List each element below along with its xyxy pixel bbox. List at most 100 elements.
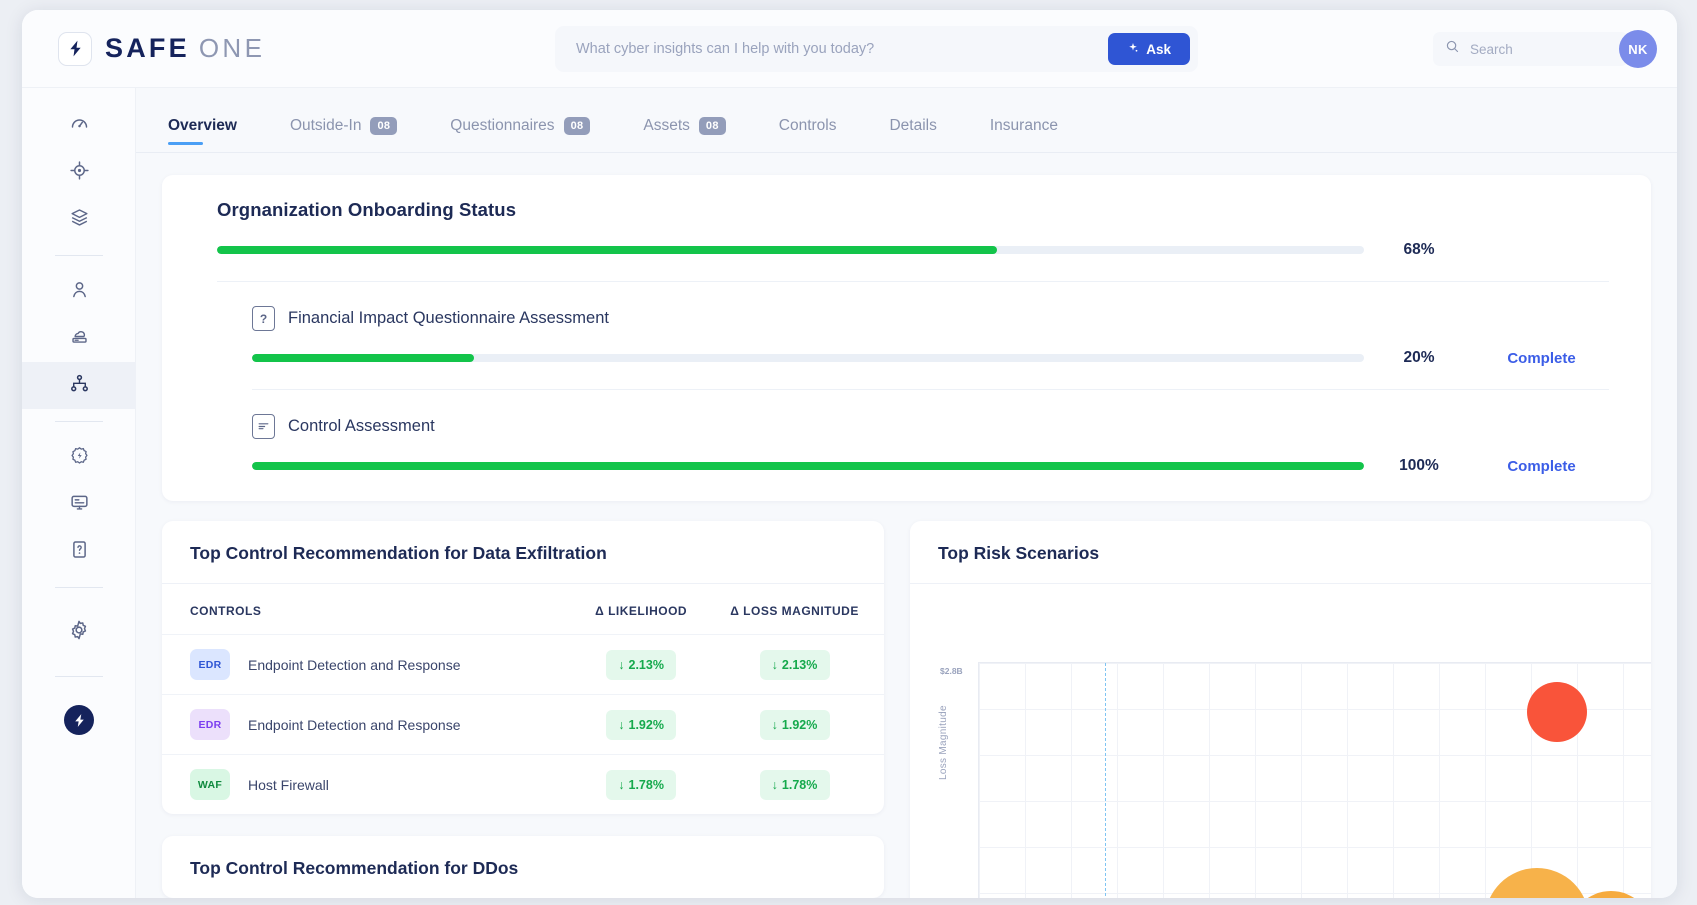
search-box[interactable] — [1433, 32, 1647, 66]
tab-badge: 08 — [698, 117, 726, 135]
tab-overview[interactable]: Overview — [168, 117, 263, 152]
progress-track — [252, 354, 1364, 362]
sidebar-item-settings[interactable] — [22, 600, 136, 664]
main-content: Overview Outside-In 08 Questionnaires 08… — [136, 88, 1677, 898]
progress-fill — [217, 246, 997, 254]
network-icon — [69, 373, 90, 399]
control-badge: WAF — [190, 769, 230, 800]
sidebar-divider — [54, 676, 103, 677]
risk-card-title: Top Risk Scenarios — [910, 521, 1651, 584]
arrow-down-icon: ↓ — [771, 717, 778, 732]
sidebar-item-reports[interactable] — [22, 481, 136, 528]
right-column: Top Risk Scenarios $2.8B Loss Magnitude — [910, 521, 1651, 898]
progress-track — [217, 246, 1364, 254]
onboarding-overall-percent: 68% — [1403, 241, 1435, 258]
control-cell: WAF Host Firewall — [162, 754, 578, 814]
onboarding-item-title: Control Assessment — [288, 417, 435, 435]
chart-bubble[interactable] — [1526, 682, 1587, 743]
sidebar-item-cloud-assets[interactable] — [22, 315, 136, 362]
gear-bolt-icon — [69, 445, 90, 471]
sidebar-item-risk-target[interactable] — [22, 149, 136, 196]
dashboard-grid: Top Control Recommendation for Data Exfi… — [162, 521, 1651, 898]
onboarding-item-header: Control Assessment — [252, 414, 1609, 439]
table-row[interactable]: WAF Host Firewall ↓ 1.78% ↓ 1.78% — [162, 754, 884, 814]
chart-bubble[interactable] — [1484, 867, 1589, 898]
question-doc-icon: ? — [252, 306, 275, 331]
likelihood-cell: ↓ 1.78% — [577, 754, 706, 814]
app-window: SAFE ONE Ask — [22, 10, 1677, 898]
tab-label: Controls — [778, 117, 837, 134]
layers-icon — [69, 207, 90, 233]
progress-track — [252, 462, 1364, 470]
onboarding-card: Orgnanization Onboarding Status 68% ? Fi… — [162, 175, 1651, 501]
onboarding-overall-row: 68% — [217, 241, 1609, 259]
tab-details[interactable]: Details — [889, 117, 962, 152]
risk-scenarios-card: Top Risk Scenarios $2.8B Loss Magnitude — [910, 521, 1651, 898]
avatar[interactable]: NK — [1619, 30, 1657, 68]
control-table: CONTROLS Δ LIKELIHOOD Δ LOSS MAGNITUDE E… — [162, 584, 884, 814]
left-column: Top Control Recommendation for Data Exfi… — [162, 521, 884, 898]
arrow-down-icon: ↓ — [618, 717, 625, 732]
monitor-icon — [69, 492, 90, 518]
sidebar-item-layers[interactable] — [22, 196, 136, 243]
onboarding-item-percent: 20% — [1403, 349, 1435, 366]
tab-bar: Overview Outside-In 08 Questionnaires 08… — [136, 88, 1677, 153]
likelihood-value: 1.92% — [628, 717, 664, 732]
y-axis-tick: $2.8B — [940, 666, 963, 676]
onboarding-item-percent: 100% — [1399, 457, 1439, 474]
table-row[interactable]: EDR Endpoint Detection and Response ↓ 1.92%… — [162, 694, 884, 755]
loss-magnitude-cell: ↓ 1.92% — [705, 694, 884, 755]
onboarding-item-control: Control Assessment 100% Complete — [217, 390, 1609, 475]
sidebar-item-third-party[interactable] — [22, 362, 136, 409]
complete-link[interactable]: Complete — [1474, 350, 1609, 367]
sparkle-icon — [1127, 42, 1139, 57]
gauge-icon — [69, 113, 90, 139]
onboarding-title: Orgnanization Onboarding Status — [217, 199, 517, 220]
control-name: Endpoint Detection and Response — [248, 716, 461, 733]
question-doc-icon — [69, 539, 90, 565]
control-name: Host Firewall — [248, 776, 329, 793]
table-row[interactable]: EDR Endpoint Detection and Response ↓ 2.13%… — [162, 634, 884, 695]
loss-magnitude-value: 1.92% — [781, 717, 818, 732]
sidebar-divider — [54, 255, 103, 256]
sidebar-item-automation[interactable] — [22, 434, 136, 481]
ask-button[interactable]: Ask — [1108, 33, 1190, 65]
arrow-down-icon: ↓ — [618, 777, 625, 792]
likelihood-value: 1.78% — [628, 777, 664, 792]
tab-label: Outside-In — [289, 117, 362, 134]
tab-badge: 08 — [370, 117, 398, 135]
settings-gear-icon — [68, 619, 90, 646]
tab-assets[interactable]: Assets 08 — [643, 117, 751, 152]
onboarding-item-row: 100% Complete — [252, 457, 1609, 475]
complete-link[interactable]: Complete — [1474, 458, 1609, 475]
brand-logo[interactable]: SAFE ONE — [58, 31, 265, 66]
control-recommendation-card: Top Control Recommendation for Data Exfi… — [162, 521, 884, 814]
y-axis-label: Loss Magnitude — [938, 705, 949, 780]
control-badge: EDR — [190, 709, 230, 740]
sidebar-item-dashboard[interactable] — [22, 102, 136, 149]
chart-plot-area — [978, 662, 1651, 898]
ask-bar[interactable]: Ask — [555, 26, 1198, 72]
sidebar-logo-button[interactable] — [22, 689, 136, 751]
loss-magnitude-cell: ↓ 1.78% — [705, 754, 884, 814]
tab-insurance[interactable]: Insurance — [990, 117, 1084, 152]
ddos-card-title: Top Control Recommendation for DDos — [190, 858, 519, 878]
sidebar-item-people[interactable] — [22, 268, 136, 315]
tab-label: Overview — [168, 117, 237, 134]
onboarding-item-row: 20% Complete — [252, 349, 1609, 367]
ask-button-label: Ask — [1146, 41, 1171, 57]
tab-questionnaires[interactable]: Questionnaires 08 — [450, 117, 616, 152]
dashboard-scroll-area[interactable]: Orgnanization Onboarding Status 68% ? Fi… — [136, 153, 1677, 898]
ask-input[interactable] — [555, 41, 1109, 57]
risk-scatter-chart[interactable]: $2.8B Loss Magnitude — [910, 584, 1651, 898]
tab-outside-in[interactable]: Outside-In 08 — [290, 117, 423, 152]
sidebar-item-questionnaires[interactable] — [22, 528, 136, 575]
crosshair-vertical-line — [1105, 663, 1106, 898]
tab-label: Insurance — [989, 117, 1058, 134]
tab-controls[interactable]: Controls — [779, 117, 863, 152]
loss-magnitude-value: 2.13% — [781, 657, 818, 672]
onboarding-item-financial: ? Financial Impact Questionnaire Assessm… — [217, 282, 1609, 367]
search-icon — [1445, 39, 1460, 59]
loss-magnitude-cell: ↓ 2.13% — [705, 634, 884, 695]
tab-label: Questionnaires — [450, 117, 555, 134]
